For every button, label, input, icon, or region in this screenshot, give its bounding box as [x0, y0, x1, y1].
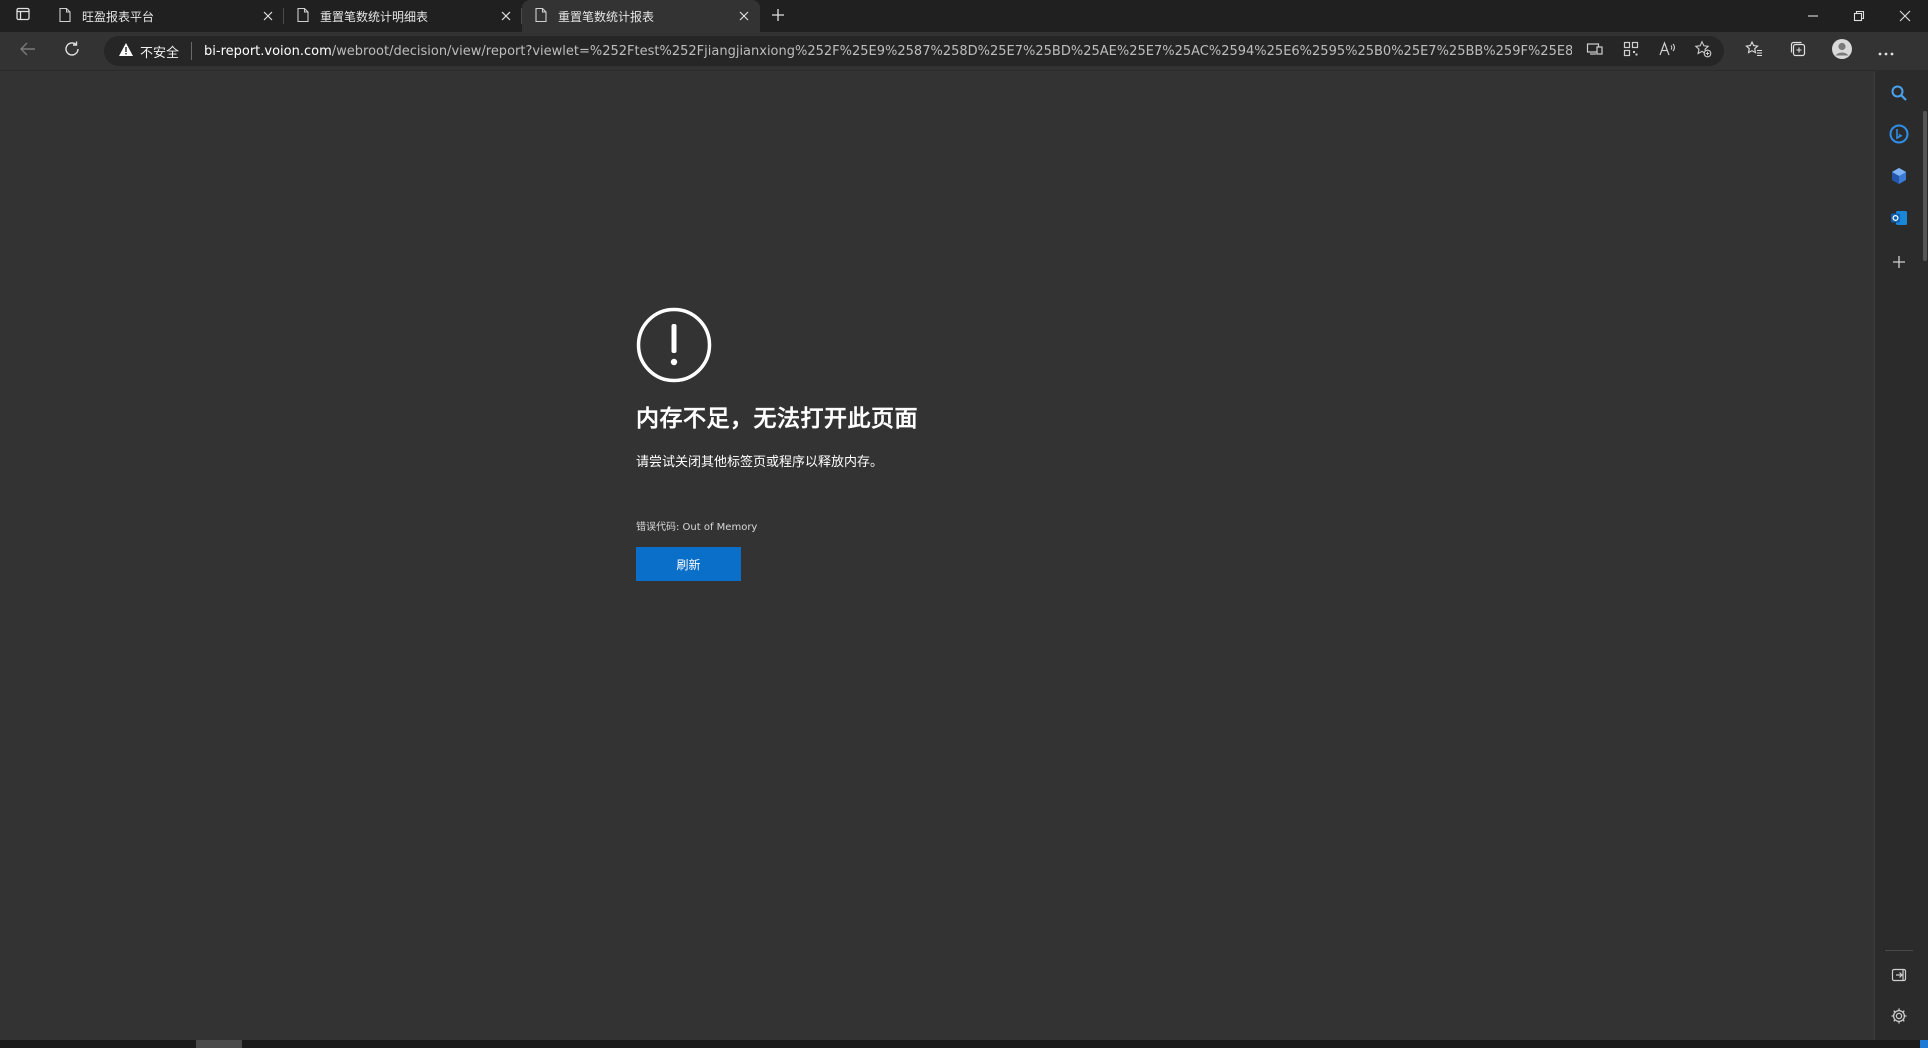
plus-icon: [771, 7, 785, 26]
add-favorite-button[interactable]: [1690, 38, 1716, 64]
taskbar: [0, 1040, 1928, 1048]
gear-icon: [1890, 1007, 1908, 1029]
collections-icon: [1789, 40, 1807, 62]
sidebar-divider: [1885, 950, 1913, 951]
favorites-icon: [1745, 40, 1763, 62]
url-host: bi-report.voion.com: [204, 43, 332, 59]
collections-button[interactable]: [1776, 32, 1820, 70]
restore-icon: [1853, 7, 1865, 26]
profile-button[interactable]: [1820, 32, 1864, 70]
tab-actions-button[interactable]: [0, 0, 46, 32]
scrollbar-thumb[interactable]: [1923, 111, 1927, 261]
new-tab-button[interactable]: [760, 0, 796, 32]
taskbar-accent: [1920, 1040, 1928, 1048]
tab-3-active[interactable]: 重置笔数统计报表: [522, 0, 760, 32]
settings-more-button[interactable]: [1864, 32, 1908, 70]
restore-button[interactable]: [1836, 0, 1882, 32]
exclamation-circle-icon: [636, 307, 712, 383]
page-icon: [58, 7, 72, 26]
office-icon: [1889, 166, 1909, 190]
app-available-button[interactable]: [1582, 38, 1608, 64]
address-divider: [191, 42, 193, 60]
browser-toolbar: 不安全 bi-report.voion.com/webroot/decision…: [0, 32, 1928, 71]
tab-strip: 旺盈报表平台 重置笔数统计明细表 重置笔数统计报表: [0, 0, 1928, 32]
warning-icon: [118, 42, 134, 61]
sidebar-search-button[interactable]: [1887, 83, 1911, 107]
page-icon: [534, 7, 548, 26]
tabstrip-drag-area[interactable]: [796, 0, 1790, 32]
star-add-icon: [1694, 40, 1712, 62]
refresh-button[interactable]: 刷新: [636, 547, 741, 581]
tab-title: 重置笔数统计明细表: [320, 9, 429, 24]
plus-icon: [1892, 254, 1906, 273]
qr-code-icon: [1623, 41, 1639, 61]
outlook-icon: [1889, 208, 1909, 232]
refresh-page-button[interactable]: [50, 32, 94, 70]
back-button[interactable]: [6, 32, 50, 70]
url-path: /webroot/decision/view/report?viewlet=%2…: [331, 43, 1572, 59]
sidebar-settings-button[interactable]: [1887, 1006, 1911, 1030]
close-icon[interactable]: [498, 8, 514, 24]
taskbar-item[interactable]: [196, 1040, 242, 1048]
avatar-icon: [1831, 38, 1853, 64]
sidebar-office-button[interactable]: [1887, 166, 1911, 190]
bing-chat-icon: [1889, 124, 1909, 148]
read-aloud-button[interactable]: [1654, 38, 1680, 64]
minimize-icon: [1807, 7, 1819, 26]
reload-icon: [63, 40, 81, 62]
page-content: 内存不足，无法打开此页面 请尝试关闭其他标签页或程序以释放内存。 错误代码: O…: [0, 71, 1874, 1040]
sidebar-collapse-icon: [1891, 967, 1907, 987]
app-install-icon: [1586, 41, 1604, 61]
qr-code-button[interactable]: [1618, 38, 1644, 64]
close-icon[interactable]: [260, 8, 276, 24]
page-icon: [296, 7, 310, 26]
close-icon: [1899, 7, 1911, 26]
minimize-button[interactable]: [1790, 0, 1836, 32]
edge-sidebar: [1874, 71, 1923, 1040]
error-description: 请尝试关闭其他标签页或程序以释放内存。: [636, 455, 884, 470]
tab-title: 重置笔数统计报表: [558, 9, 655, 24]
sidebar-add-button[interactable]: [1887, 251, 1911, 275]
arrow-left-icon: [19, 40, 37, 62]
sidebar-bing-button[interactable]: [1887, 124, 1911, 148]
tab-1[interactable]: 旺盈报表平台: [46, 0, 284, 32]
tab-2[interactable]: 重置笔数统计明细表: [284, 0, 522, 32]
favorites-button[interactable]: [1732, 32, 1776, 70]
url-text[interactable]: bi-report.voion.com/webroot/decision/vie…: [204, 44, 1572, 59]
close-window-button[interactable]: [1882, 0, 1928, 32]
hide-sidebar-button[interactable]: [1887, 965, 1911, 989]
more-horizontal-icon: [1877, 42, 1895, 61]
security-label: 不安全: [140, 45, 180, 61]
error-panel: 内存不足，无法打开此页面 请尝试关闭其他标签页或程序以释放内存。 错误代码: O…: [636, 307, 1336, 581]
search-icon: [1890, 84, 1908, 106]
error-code: 错误代码: Out of Memory: [636, 522, 758, 533]
tab-title: 旺盈报表平台: [82, 9, 155, 24]
sidebar-outlook-button[interactable]: [1887, 208, 1911, 232]
read-aloud-icon: [1658, 41, 1676, 61]
error-title: 内存不足，无法打开此页面: [636, 406, 918, 432]
vertical-scrollbar[interactable]: [1922, 71, 1928, 1040]
address-bar[interactable]: 不安全 bi-report.voion.com/webroot/decision…: [104, 36, 1724, 66]
close-icon[interactable]: [736, 8, 752, 24]
site-info-button[interactable]: 不安全: [118, 42, 179, 61]
tab-actions-icon: [15, 6, 31, 26]
